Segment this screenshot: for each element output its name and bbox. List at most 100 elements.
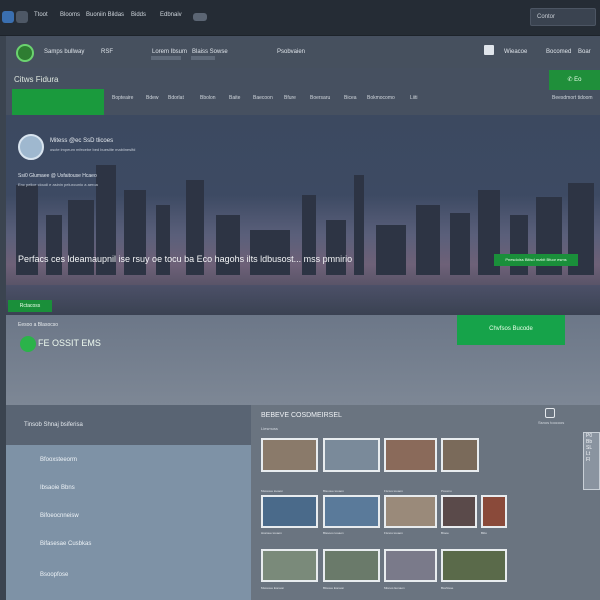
gallery-thumbnail[interactable] (481, 495, 507, 528)
sidebar-item-1[interactable]: Bfooxsteeorm (40, 457, 77, 463)
thumb-caption: Fisnus tooaon (384, 489, 403, 493)
hero-button[interactable]: Pnesdoiss Bitisd mzbit Bfuor esms (494, 254, 578, 266)
nav-item-3[interactable]: Psobvaien (277, 49, 305, 55)
gallery-thumbnail[interactable] (384, 495, 437, 528)
skyline-building (450, 213, 470, 275)
nav-underline-2 (191, 56, 215, 60)
tab-2[interactable]: Blooms (60, 12, 80, 18)
skyline-building (416, 205, 440, 275)
sidebar-item-5[interactable]: Bsoopfose (40, 572, 68, 578)
sidebar-item-4[interactable]: Bifasesae Cusbkas (40, 541, 91, 547)
nav-item-2[interactable]: Blaiss Sowse (192, 49, 228, 55)
nav-right-3[interactable]: Boar (578, 49, 591, 55)
skyline-building (376, 225, 406, 275)
popup-line: Fl (586, 457, 591, 463)
home-icon[interactable] (16, 11, 28, 23)
hero-water (6, 285, 600, 315)
nav-item-1[interactable]: Lorem Ibsum (152, 49, 187, 55)
subnav-item-1[interactable]: Bopteaire (112, 95, 133, 101)
cart-icon[interactable] (484, 45, 494, 55)
tab-1[interactable]: Ttoot (34, 12, 48, 18)
subnav-item-7[interactable]: Bfure (284, 95, 296, 101)
thumb-caption: Pssomo (441, 489, 452, 493)
skyline-building (250, 230, 290, 275)
skyline-building (156, 205, 170, 275)
hero-headline: Perfacs ces ldeamaupnil ise rsuy oe tocu… (18, 254, 353, 264)
thumb-caption: Hssioue tooaon (261, 531, 282, 535)
tab-4[interactable]: Bidds (131, 12, 146, 18)
promo-pill[interactable]: Rctacoss (8, 300, 52, 312)
thumb-caption: Misnos Eonaon (384, 586, 405, 590)
page-title: Citws Fidura (14, 75, 59, 84)
tab-3[interactable]: Buoniin Bildas (86, 12, 124, 18)
subnav-item-6[interactable]: Baecoon (253, 95, 273, 101)
subnav-item-3[interactable]: Bdorlat (168, 95, 184, 101)
gallery-icon-label: Ssnos toocoos (538, 420, 565, 425)
skyline-building (46, 215, 62, 275)
gallery-thumbnail[interactable] (441, 495, 477, 528)
header-cta-button[interactable]: ✆ Eo (549, 70, 600, 90)
thumb-caption: Bitsoue Eonaon (323, 586, 345, 590)
skyline-building (354, 175, 364, 275)
brand-suffix: RSF (101, 49, 113, 55)
sidebar-title: Tinsob Shnaj bsiferisa (24, 422, 83, 428)
subnav-item-8[interactable]: Boersaru (310, 95, 330, 101)
thumb-caption: Biitu (481, 531, 487, 535)
subnav-item-2[interactable]: Bdew (146, 95, 159, 101)
thumb-caption: Msssoue tooaon (261, 489, 284, 493)
thumb-caption: Btooe (441, 531, 449, 535)
gallery-thumbnail[interactable] (323, 495, 380, 528)
header-subtext: Beesdmort tidoom (552, 95, 593, 101)
globe-icon (18, 134, 44, 160)
hero-heading-small: Mitess @ec SsD tlicoes (50, 138, 114, 144)
subnav-item-5[interactable]: Baite (229, 95, 240, 101)
gallery-title: BEBEVE COSDMEIRSEL (261, 412, 342, 419)
thumb-caption: Bissooo tooaon (323, 531, 344, 535)
gallery-thumbnail[interactable] (261, 549, 318, 582)
promo-eyebrow: Eesoo a Blasocso (18, 322, 59, 328)
app-icon[interactable] (2, 11, 14, 23)
settings-icon[interactable] (545, 408, 555, 418)
nav-right-1[interactable]: Wieacoe (504, 49, 527, 55)
skyline-building (510, 215, 528, 275)
page: Ttoot Blooms Buoniin Bildas Bidds Edbnai… (0, 0, 600, 600)
subnav-item-4[interactable]: Bbolon (200, 95, 216, 101)
promo-button[interactable]: Chvfsos Bucode (457, 315, 565, 345)
gallery-thumbnail[interactable] (323, 549, 380, 582)
gallery-thumbnail[interactable] (384, 438, 437, 472)
hero-subheading: Ssi0 Glumaee @ Usfaitouse Hcaeo (18, 173, 97, 179)
hero-caption: oscte impeum mfecebe bed buesiite mabiin… (50, 147, 136, 152)
brand-logo-icon[interactable] (16, 44, 34, 62)
gallery-thumbnail[interactable] (323, 438, 380, 472)
subnav-item-9[interactable]: Bicea (344, 95, 357, 101)
promo-title: FE OSSIT EMS (38, 338, 101, 348)
browser-topbar: Ttoot Blooms Buoniin Bildas Bidds Edbnai… (0, 0, 600, 36)
subnav-item-11[interactable]: Liiti (410, 95, 418, 101)
brand-name[interactable]: Samps bullway (44, 49, 84, 55)
header-cta-label: Eo (574, 77, 582, 83)
green-accent-block (12, 89, 104, 115)
thumb-caption: Bisooue tooaon (323, 489, 344, 493)
thumb-caption: Bsshtsoe (441, 586, 454, 590)
sidebar-item-2[interactable]: Ibsaoie Bbns (40, 485, 75, 491)
thumb-caption: Msssoue Eonaon (261, 586, 285, 590)
thumb-caption: Fisnos tooaon (384, 531, 403, 535)
sidebar-item-3[interactable]: Bifoeocnneisw (40, 513, 79, 519)
side-popup[interactable]: P0 Bb SL Lt Fl (583, 432, 600, 490)
subnav-item-10[interactable]: Bokmocomo (367, 95, 395, 101)
gallery-thumbnail[interactable] (261, 438, 318, 472)
gallery-thumbnail[interactable] (384, 549, 437, 582)
gallery-subtitle: Liesmuss (261, 426, 278, 431)
nav-right-2[interactable]: Bocomed (546, 49, 571, 55)
tab-5[interactable]: Edbnaiv (160, 12, 182, 18)
window-icon[interactable] (193, 13, 207, 21)
skyline-building (326, 220, 346, 275)
skyline-building (216, 215, 240, 275)
search-input[interactable]: Contor (530, 8, 596, 26)
hero-subcaption: Enc pelice cloudi e asinin peluxcunio a … (18, 182, 98, 187)
gallery-thumbnail[interactable] (441, 438, 479, 472)
promo-logo-icon (20, 336, 36, 352)
gallery-thumbnail[interactable] (261, 495, 318, 528)
gallery-thumbnail[interactable] (441, 549, 507, 582)
nav-underline-1 (151, 56, 181, 60)
